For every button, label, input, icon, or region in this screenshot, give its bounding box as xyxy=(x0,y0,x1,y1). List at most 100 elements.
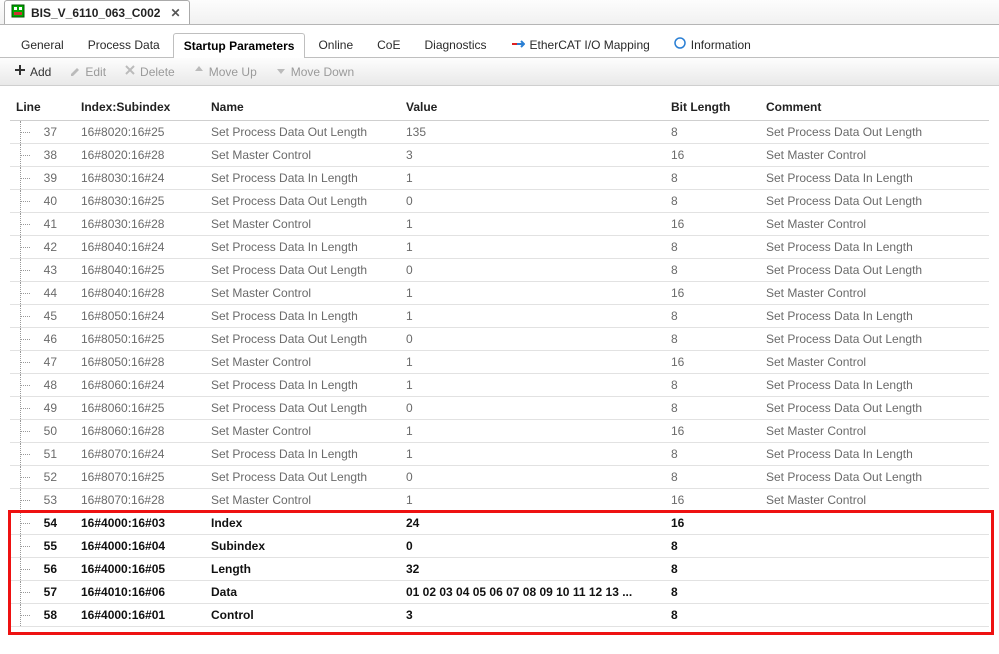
table-row[interactable]: 4416#8040:16#28Set Master Control116Set … xyxy=(10,282,989,305)
table-row[interactable]: 5616#4000:16#05Length328 xyxy=(10,558,989,581)
parameters-table[interactable]: LineIndex:SubindexNameValueBit LengthCom… xyxy=(10,94,989,627)
cell: 8 xyxy=(665,558,760,581)
table-row[interactable]: 4016#8030:16#25Set Process Data Out Leng… xyxy=(10,190,989,213)
table-row[interactable]: 4516#8050:16#24Set Process Data In Lengt… xyxy=(10,305,989,328)
add-button[interactable]: Add xyxy=(10,62,55,81)
cell: 16 xyxy=(665,282,760,305)
table-row[interactable]: 5716#4010:16#06Data01 02 03 04 05 06 07 … xyxy=(10,581,989,604)
cell: 16#8050:16#28 xyxy=(75,351,205,374)
table-row[interactable]: 5516#4000:16#04Subindex08 xyxy=(10,535,989,558)
table-row[interactable]: 5116#8070:16#24Set Process Data In Lengt… xyxy=(10,443,989,466)
cell: 44 xyxy=(10,282,75,305)
cell: Set Master Control xyxy=(205,420,400,443)
cell: 16 xyxy=(665,144,760,167)
cell: 16#8040:16#25 xyxy=(75,259,205,282)
cell: 0 xyxy=(400,259,665,282)
document-tab[interactable]: BIS_V_6110_063_C002 ✕ xyxy=(4,0,190,24)
table-row[interactable]: 5016#8060:16#28Set Master Control116Set … xyxy=(10,420,989,443)
table-row[interactable]: 4116#8030:16#28Set Master Control116Set … xyxy=(10,213,989,236)
cell: Set Master Control xyxy=(205,213,400,236)
document-tab-title: BIS_V_6110_063_C002 xyxy=(31,6,160,20)
cell: 49 xyxy=(10,397,75,420)
cell: Set Process Data Out Length xyxy=(205,259,400,282)
cell: Set Process Data In Length xyxy=(205,443,400,466)
cell: 51 xyxy=(10,443,75,466)
tab-label: Startup Parameters xyxy=(184,39,295,53)
table-row[interactable]: 4216#8040:16#24Set Process Data In Lengt… xyxy=(10,236,989,259)
cell: 1 xyxy=(400,351,665,374)
cell: Set Process Data Out Length xyxy=(760,466,989,489)
table-row[interactable]: 3916#8030:16#24Set Process Data In Lengt… xyxy=(10,167,989,190)
cell: 16#8070:16#28 xyxy=(75,489,205,512)
column-header[interactable]: Name xyxy=(205,94,400,121)
tab-ethercat-i-o-mapping[interactable]: EtherCAT I/O Mapping xyxy=(500,32,661,57)
cell: 43 xyxy=(10,259,75,282)
table-row[interactable]: 4816#8060:16#24Set Process Data In Lengt… xyxy=(10,374,989,397)
plus-icon xyxy=(14,64,26,79)
cell: 1 xyxy=(400,305,665,328)
column-header[interactable]: Line xyxy=(10,94,75,121)
info-icon xyxy=(674,37,686,52)
table-row[interactable]: 5416#4000:16#03Index2416 xyxy=(10,512,989,535)
cell: 40 xyxy=(10,190,75,213)
cell: 8 xyxy=(665,581,760,604)
cell: 54 xyxy=(10,512,75,535)
cell: 50 xyxy=(10,420,75,443)
cell: Subindex xyxy=(205,535,400,558)
tab-information[interactable]: Information xyxy=(663,31,762,57)
tab-coe[interactable]: CoE xyxy=(366,32,411,57)
table-row[interactable]: 4616#8050:16#25Set Process Data Out Leng… xyxy=(10,328,989,351)
cell: 16#8020:16#28 xyxy=(75,144,205,167)
close-icon[interactable]: ✕ xyxy=(170,6,180,20)
tab-startup-parameters[interactable]: Startup Parameters xyxy=(173,33,306,58)
cell: 16#8060:16#24 xyxy=(75,374,205,397)
table-row[interactable]: 4916#8060:16#25Set Process Data Out Leng… xyxy=(10,397,989,420)
column-header[interactable]: Value xyxy=(400,94,665,121)
delete-button[interactable]: Delete xyxy=(120,62,179,81)
column-header[interactable]: Bit Length xyxy=(665,94,760,121)
table-row[interactable]: 5316#8070:16#28Set Master Control116Set … xyxy=(10,489,989,512)
device-icon xyxy=(11,4,25,21)
column-header[interactable]: Comment xyxy=(760,94,989,121)
cell: 1 xyxy=(400,167,665,190)
arrow-up-icon xyxy=(193,64,205,79)
cell: 0 xyxy=(400,466,665,489)
cell: 8 xyxy=(665,121,760,144)
tab-diagnostics[interactable]: Diagnostics xyxy=(413,32,497,57)
cell: 1 xyxy=(400,489,665,512)
cell: 16 xyxy=(665,351,760,374)
cell: 3 xyxy=(400,604,665,627)
cell: 16#8030:16#24 xyxy=(75,167,205,190)
cell: 1 xyxy=(400,236,665,259)
table-row[interactable]: 5816#4000:16#01Control38 xyxy=(10,604,989,627)
cell xyxy=(760,581,989,604)
table-row[interactable]: 4716#8050:16#28Set Master Control116Set … xyxy=(10,351,989,374)
tab-process-data[interactable]: Process Data xyxy=(77,32,171,57)
cell: Set Process Data In Length xyxy=(205,305,400,328)
cell: Set Process Data Out Length xyxy=(760,259,989,282)
cell xyxy=(760,558,989,581)
cell: 16#8040:16#28 xyxy=(75,282,205,305)
table-row[interactable]: 3816#8020:16#28Set Master Control316Set … xyxy=(10,144,989,167)
table-row[interactable]: 4316#8040:16#25Set Process Data Out Leng… xyxy=(10,259,989,282)
table-row[interactable]: 3716#8020:16#25Set Process Data Out Leng… xyxy=(10,121,989,144)
cell: 16#8050:16#24 xyxy=(75,305,205,328)
cell: Set Process Data Out Length xyxy=(760,328,989,351)
cell: 24 xyxy=(400,512,665,535)
table-row[interactable]: 5216#8070:16#25Set Process Data Out Leng… xyxy=(10,466,989,489)
cell: Set Master Control xyxy=(205,351,400,374)
edit-button[interactable]: Edit xyxy=(65,62,110,81)
move-down-button[interactable]: Move Down xyxy=(271,62,358,81)
cell: 47 xyxy=(10,351,75,374)
cell: Set Master Control xyxy=(760,213,989,236)
move-up-button[interactable]: Move Up xyxy=(189,62,261,81)
cell: 52 xyxy=(10,466,75,489)
cell: Set Process Data In Length xyxy=(760,167,989,190)
tab-label: EtherCAT I/O Mapping xyxy=(530,38,650,52)
cell: Set Process Data Out Length xyxy=(205,466,400,489)
cell: 8 xyxy=(665,604,760,627)
tab-general[interactable]: General xyxy=(10,32,75,57)
tab-online[interactable]: Online xyxy=(307,32,364,57)
cell: 16#8070:16#25 xyxy=(75,466,205,489)
column-header[interactable]: Index:Subindex xyxy=(75,94,205,121)
